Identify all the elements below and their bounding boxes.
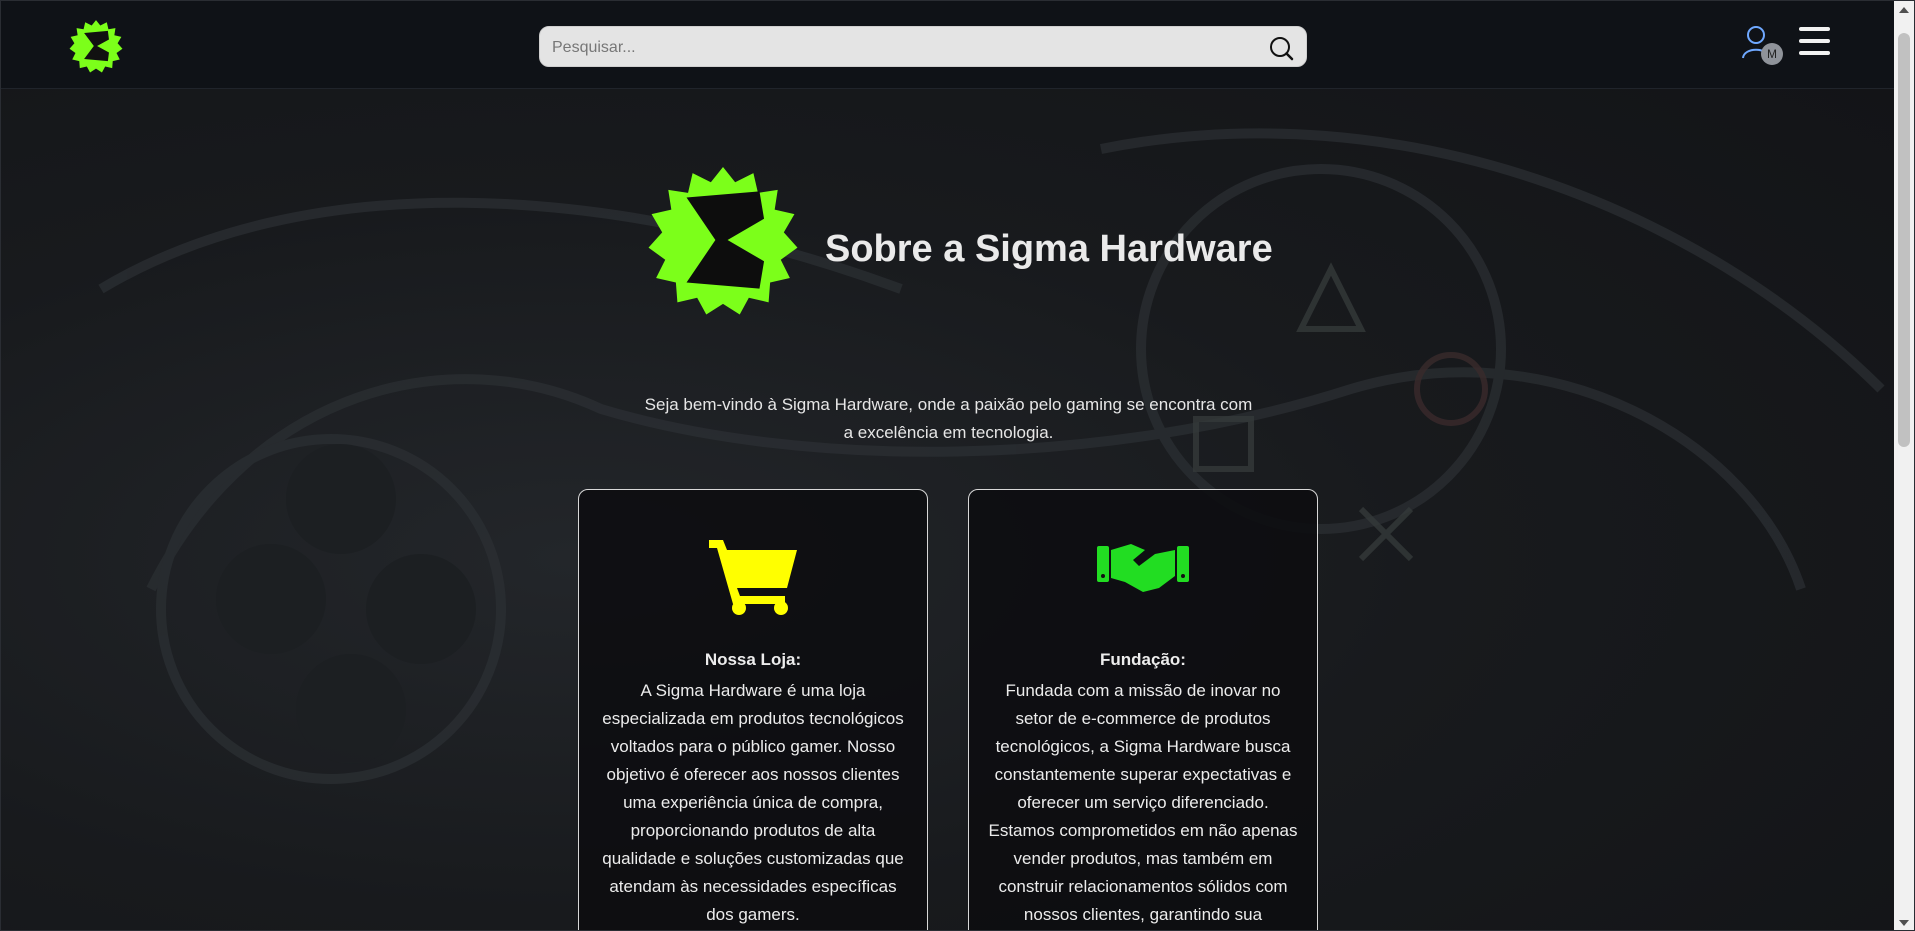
page-title: Sobre a Sigma Hardware bbox=[825, 228, 1273, 270]
intro-text: Seja bem-vindo à Sigma Hardware, onde a … bbox=[644, 395, 1253, 442]
scroll-down-icon[interactable] bbox=[1899, 920, 1909, 926]
user-account-button[interactable]: M bbox=[1741, 25, 1785, 67]
hamburger-menu-icon[interactable] bbox=[1799, 27, 1831, 57]
search-bar bbox=[539, 26, 1307, 68]
card-fundacao: Fundação: Fundada com a missão de inovar… bbox=[968, 489, 1318, 930]
user-badge: M bbox=[1761, 43, 1783, 65]
page: M Sobre a Sigma Hardware Seja bem-vindo … bbox=[0, 0, 1915, 931]
sigma-hardware-logo bbox=[648, 167, 798, 315]
background-controller-art bbox=[98, 128, 1885, 784]
handshake-icon bbox=[1097, 544, 1189, 592]
top-navbar: M bbox=[1, 1, 1896, 89]
vertical-scrollbar[interactable] bbox=[1894, 1, 1914, 930]
search-icon[interactable] bbox=[1268, 35, 1294, 61]
shopping-cart-icon bbox=[709, 540, 797, 615]
card-title: Fundação: bbox=[1100, 650, 1186, 669]
sigma-logo-icon[interactable] bbox=[69, 19, 123, 73]
scroll-up-icon[interactable] bbox=[1899, 7, 1909, 13]
scroll-thumb[interactable] bbox=[1898, 33, 1910, 447]
search-input[interactable] bbox=[550, 27, 1244, 68]
card-nossa-loja: Nossa Loja: A Sigma Hardware é uma loja … bbox=[578, 489, 928, 930]
card-text: Fundada com a missão de inovar no setor … bbox=[988, 681, 1298, 924]
card-title: Nossa Loja: bbox=[704, 650, 802, 669]
card-text: A Sigma Hardware é uma loja especializad… bbox=[602, 681, 904, 924]
